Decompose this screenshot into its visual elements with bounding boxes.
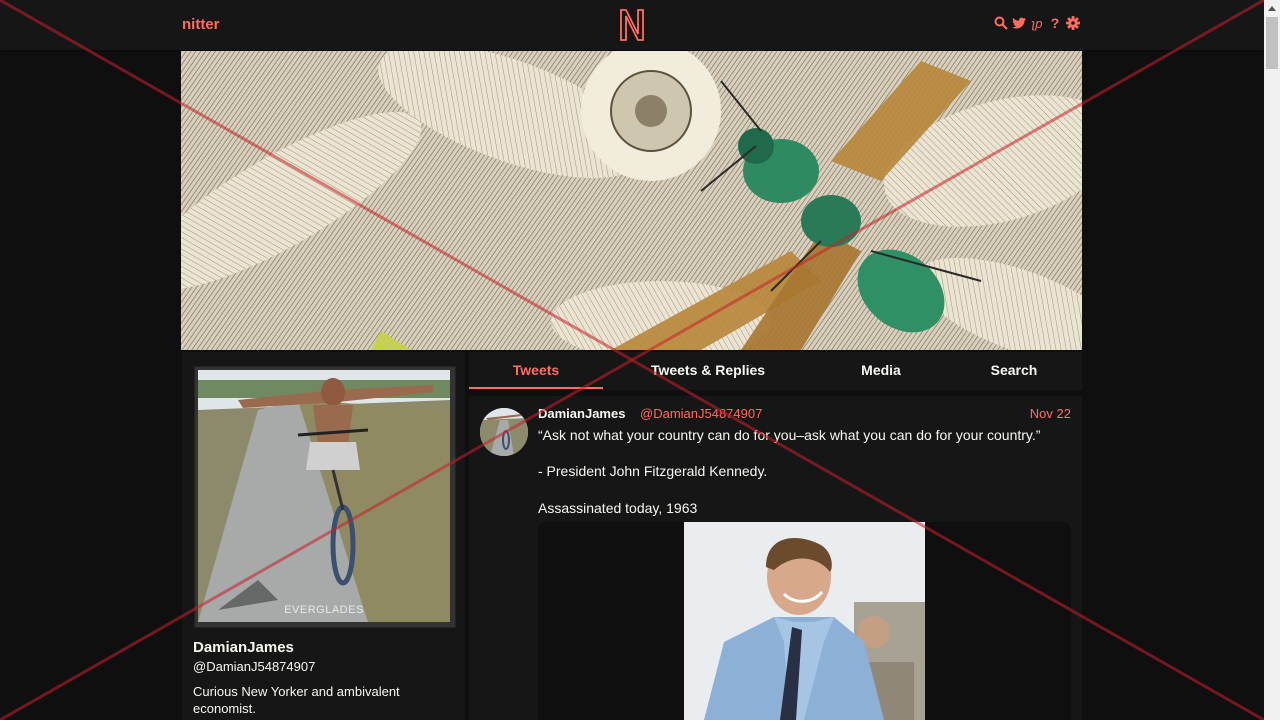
- tweet-paragraph: - President John Fitzgerald Kennedy.: [538, 463, 768, 479]
- twitter-bird-icon[interactable]: [1012, 15, 1026, 31]
- tab-tweets-and-replies[interactable]: Tweets & Replies: [639, 352, 777, 389]
- help-icon[interactable]: ?: [1048, 15, 1062, 31]
- navbar: nitter ʅp ?: [0, 0, 1264, 50]
- profile-bio: Curious New Yorker and ambivalent econom…: [193, 684, 400, 716]
- gear-icon[interactable]: [1066, 15, 1080, 31]
- tweet-date[interactable]: Nov 22: [1030, 406, 1071, 421]
- timeline-tabs: Tweets Tweets & Replies Media Search: [469, 352, 1082, 390]
- scroll-thumb[interactable]: [1266, 17, 1278, 69]
- tab-tweets[interactable]: Tweets: [469, 352, 603, 389]
- profile-fullname[interactable]: DamianJames: [193, 639, 294, 656]
- tweet-photo[interactable]: [684, 522, 925, 720]
- tweet-username[interactable]: @DamianJ54874907: [640, 406, 762, 421]
- profile-username[interactable]: @DamianJ54874907: [193, 659, 315, 674]
- tweet-fullname[interactable]: DamianJames: [538, 406, 625, 421]
- rss-icon[interactable]: ʅp: [1030, 15, 1044, 31]
- scroll-up-arrow-icon[interactable]: [1264, 0, 1280, 16]
- tweet-text: “Ask not what your country can do for yo…: [538, 427, 1078, 517]
- tweet-paragraph: Assassinated today, 1963: [538, 500, 698, 516]
- site-name-link[interactable]: nitter: [182, 16, 220, 33]
- profile-avatar[interactable]: EVERGLADES: [198, 370, 450, 622]
- tweet-media: [538, 522, 1071, 720]
- tweet-paragraph: “Ask not what your country can do for yo…: [538, 427, 1041, 443]
- page-scrollbar[interactable]: [1264, 0, 1280, 720]
- profile-banner[interactable]: [181, 51, 1082, 350]
- tab-search[interactable]: Search: [964, 352, 1064, 389]
- search-icon[interactable]: [994, 15, 1008, 31]
- tab-media[interactable]: Media: [831, 352, 931, 389]
- tweet-avatar[interactable]: [480, 408, 528, 456]
- nitter-logo[interactable]: [618, 8, 646, 42]
- avatar-caption: EVERGLADES: [284, 604, 364, 616]
